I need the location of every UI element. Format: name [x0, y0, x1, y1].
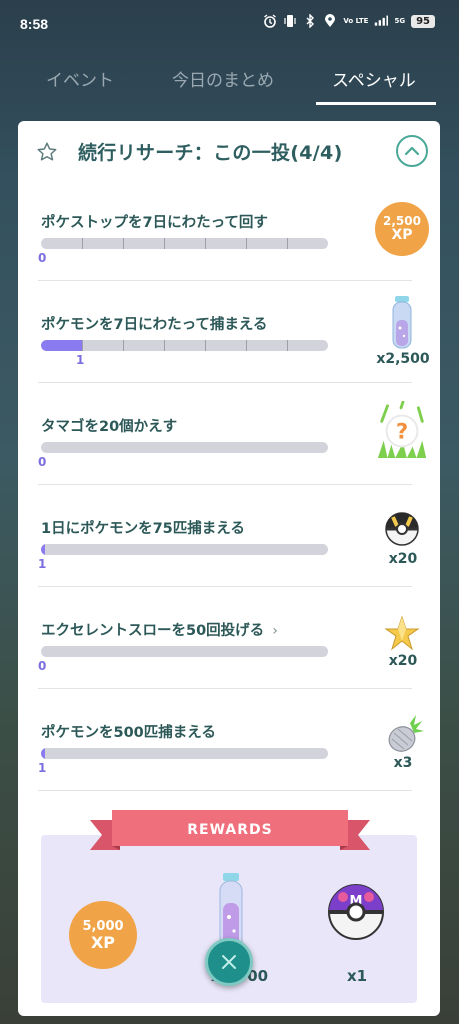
- favorite-star-icon[interactable]: [36, 141, 58, 163]
- progress-bar: [41, 340, 328, 351]
- progress-segment-divider: [82, 238, 83, 249]
- progress-segment-divider: [123, 340, 124, 351]
- progress-count: 1: [38, 761, 47, 775]
- vibrate-icon: [283, 14, 297, 28]
- progress-segment-divider: [287, 340, 288, 351]
- chevron-right-icon[interactable]: ›: [272, 623, 278, 639]
- card-header: 続行リサーチ：この一投(4/4): [18, 121, 440, 181]
- ultra-ball-icon: [374, 501, 430, 557]
- progress-bar: [41, 442, 328, 453]
- progress-segment-divider: [287, 238, 288, 249]
- task-label: エクセレントスローを50回投げる ›: [41, 619, 278, 640]
- signal-icon: [374, 14, 389, 28]
- reward-quantity: x20: [388, 653, 418, 669]
- master-ball-icon: M: [327, 883, 385, 945]
- progress-count: 1: [38, 557, 47, 571]
- progress-segment-divider: [82, 340, 83, 351]
- progress-segment-divider: [246, 238, 247, 249]
- reward-quantity: x1: [347, 967, 368, 985]
- chevron-up-icon: [404, 146, 420, 156]
- progress-segment-divider: [164, 340, 165, 351]
- stardust-vial-icon: [374, 295, 430, 351]
- progress-count: 0: [38, 455, 47, 469]
- reward-quantity: x20: [388, 551, 418, 567]
- progress-fill: [41, 544, 46, 555]
- xp-value: 5,000: [82, 919, 124, 934]
- svg-text:?: ?: [396, 420, 408, 445]
- xp-unit: XP: [391, 227, 413, 243]
- location-icon: [323, 14, 337, 28]
- reward-quantity: x2,500: [376, 351, 430, 367]
- task-label: ポケストップを7日にわたって回す: [41, 215, 268, 231]
- task-label: ポケモンを7日にわたって捕まえる: [41, 317, 268, 333]
- task-row[interactable]: ポケストップを7日にわたって回す 0 2,500 XP: [38, 179, 429, 281]
- battery-indicator: 95: [411, 14, 435, 28]
- progress-segment-divider: [164, 238, 165, 249]
- task-label: ポケモンを500匹捕まえる: [41, 725, 216, 741]
- status-time: 8:58: [20, 16, 49, 32]
- progress-bar: [41, 544, 328, 555]
- progress-bar: [41, 748, 328, 759]
- task-label-text: エクセレントスローを50回投げる: [41, 623, 265, 639]
- tab-bar: イベント 今日のまとめ スペシャル: [0, 52, 459, 108]
- close-button[interactable]: [205, 938, 253, 986]
- task-label: タマゴを20個かえす: [41, 419, 178, 435]
- tab-special[interactable]: スペシャル: [332, 66, 416, 91]
- progress-segment-divider: [205, 238, 206, 249]
- rewards-banner-label: REWARDS: [187, 822, 273, 838]
- task-row[interactable]: ポケモンを7日にわたって捕まえる 1 x2,500: [38, 281, 430, 383]
- xp-unit: XP: [90, 933, 116, 952]
- task-row[interactable]: ポケモンを500匹捕まえる 1 x3: [38, 689, 424, 791]
- progress-fill: [41, 748, 46, 759]
- tab-today-summary[interactable]: 今日のまとめ: [172, 66, 274, 91]
- task-row[interactable]: エクセレントスローを50回投げる › 0 x20: [38, 587, 420, 689]
- collapse-button[interactable]: [396, 135, 428, 167]
- progress-fill: [41, 340, 82, 351]
- rewards-banner: REWARDS: [90, 810, 370, 854]
- reward-xp-badge: 5,000 XP: [69, 901, 139, 971]
- progress-segment-divider: [123, 238, 124, 249]
- volte-label: Vo LTE: [343, 16, 369, 25]
- task-row[interactable]: タマゴを20個かえす 0 ?: [38, 383, 427, 485]
- network-type-label: 5G: [394, 16, 406, 25]
- status-icons: Vo LTE 5G 95: [263, 14, 435, 28]
- task-label: 1日にポケモンを75匹捕まえる: [41, 521, 245, 537]
- active-tab-underline: [316, 102, 436, 105]
- mystery-encounter-icon: ?: [374, 401, 430, 459]
- reward-quantity: x3: [393, 755, 413, 771]
- progress-bar: [41, 238, 328, 249]
- alarm-icon: [263, 14, 277, 28]
- task-row[interactable]: 1日にポケモンを75匹捕まえる 1 x20: [38, 485, 419, 587]
- special-research-card: 続行リサーチ：この一投(4/4) ポケストップを7日にわたって回す 0 2,50…: [18, 121, 440, 1016]
- reward-xp-badge: 2,500 XP: [374, 201, 430, 257]
- progress-count: 1: [76, 353, 85, 367]
- progress-segment-divider: [205, 340, 206, 351]
- status-bar: 8:58 Vo LTE 5G 95: [0, 0, 459, 52]
- progress-segment-divider: [246, 340, 247, 351]
- close-icon: [222, 955, 236, 969]
- research-title: 続行リサーチ：この一投(4/4): [78, 142, 343, 164]
- progress-count: 0: [38, 659, 47, 673]
- progress-count: 0: [38, 251, 47, 265]
- bluetooth-icon: [303, 14, 317, 28]
- progress-bar: [41, 646, 328, 657]
- tab-event[interactable]: イベント: [46, 66, 114, 91]
